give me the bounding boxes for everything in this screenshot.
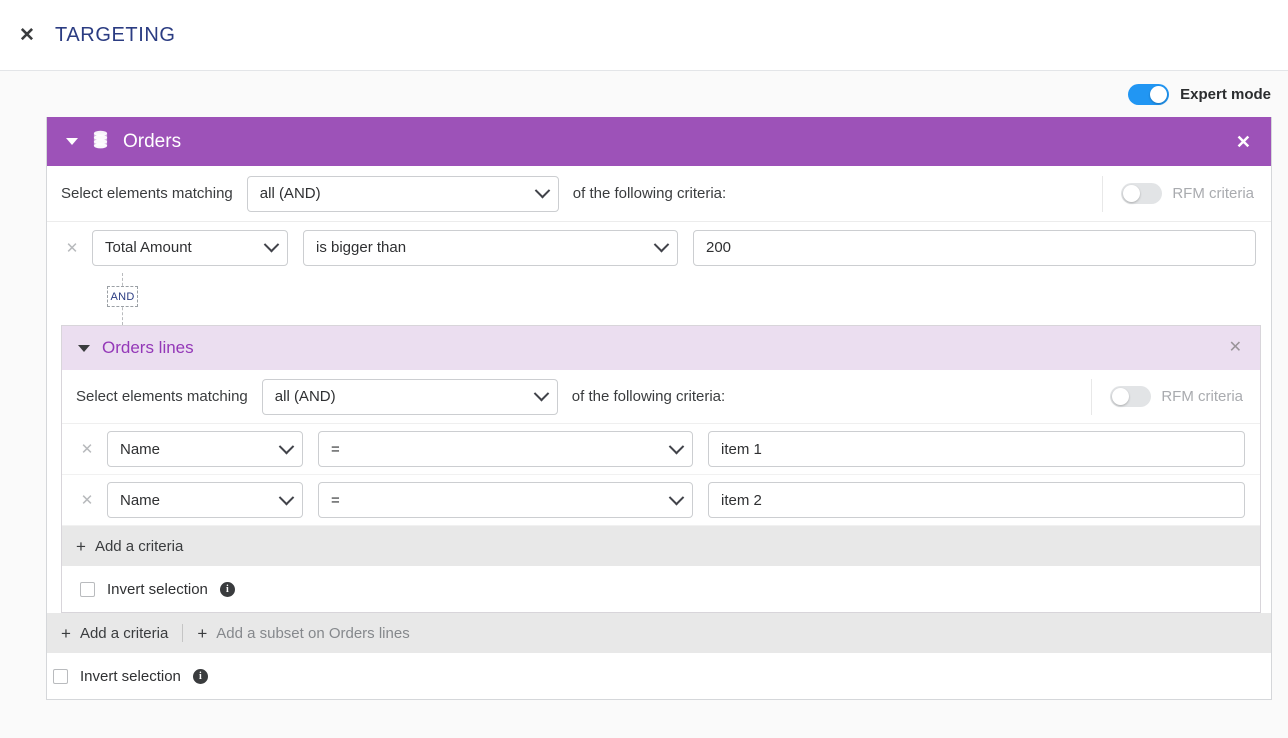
expert-mode-label: Expert mode (1180, 85, 1271, 103)
criteria-field-select[interactable]: Total Amount (92, 229, 288, 266)
criteria-row: ✕ Name = item 1 (62, 424, 1260, 475)
orders-lines-invert-row: Invert selection i (62, 566, 1260, 612)
orders-rfm-label: RFM criteria (1172, 185, 1254, 202)
criteria-field-value: Name (120, 491, 161, 509)
criteria-operator-value: = (331, 440, 340, 458)
invert-selection-label: Invert selection (107, 580, 208, 598)
orders-panel-close-icon[interactable]: ✕ (1230, 129, 1257, 155)
info-icon[interactable]: i (219, 581, 235, 597)
chevron-down-icon (278, 489, 295, 505)
chevron-down-icon (668, 489, 685, 505)
chevron-down-icon (533, 385, 550, 402)
criteria-row: ✕ Name = item 2 (62, 475, 1260, 526)
orders-match-prefix: Select elements matching (61, 185, 233, 202)
orders-lines-rfm-label: RFM criteria (1161, 388, 1243, 405)
remove-criteria-icon[interactable]: ✕ (76, 491, 98, 509)
orders-rfm-group: RFM criteria (1102, 175, 1271, 212)
criteria-value-input[interactable]: item 2 (708, 482, 1245, 518)
criteria-value-text: item 2 (721, 491, 762, 509)
plus-icon: + (76, 536, 86, 556)
remove-criteria-icon[interactable]: ✕ (61, 239, 83, 257)
criteria-field-value: Total Amount (105, 239, 192, 256)
top-header: ✕ TARGETING (0, 0, 1288, 71)
orders-match-suffix: of the following criteria: (572, 185, 727, 202)
orders-add-bar: + Add a criteria + Add a subset on Order… (47, 613, 1271, 653)
orders-lines-subset-panel: Orders lines ✕ Select elements matching … (61, 325, 1261, 613)
criteria-field-select[interactable]: Name (107, 431, 303, 467)
remove-criteria-icon[interactable]: ✕ (76, 440, 98, 458)
criteria-field-value: Name (120, 440, 161, 458)
and-badge[interactable]: AND (107, 286, 138, 307)
expert-mode-row: Expert mode (0, 71, 1288, 117)
invert-selection-label: Invert selection (80, 667, 181, 685)
database-icon (91, 130, 110, 154)
invert-selection-checkbox[interactable] (53, 668, 68, 684)
orders-lines-match-value: all (AND) (274, 388, 336, 405)
chevron-down-icon (278, 438, 295, 454)
criteria-row: ✕ Total Amount is bigger than 200 (47, 222, 1271, 273)
chevron-down-icon (668, 438, 685, 454)
collapse-caret-icon[interactable] (78, 344, 90, 352)
and-connector: AND (47, 273, 1271, 325)
toggle-knob (1123, 185, 1141, 202)
criteria-operator-select[interactable]: is bigger than (303, 229, 678, 266)
toggle-knob (1112, 388, 1130, 405)
orders-lines-match-suffix: of the following criteria: (571, 388, 726, 405)
close-icon[interactable]: ✕ (13, 21, 41, 49)
add-criteria-label: Add a criteria (79, 624, 169, 642)
chevron-down-icon (653, 236, 670, 253)
page-title: TARGETING (55, 23, 176, 46)
orders-panel-title: Orders (123, 130, 182, 152)
chevron-down-icon (263, 236, 280, 253)
orders-lines-match-row: Select elements matching all (AND) of th… (62, 370, 1260, 424)
criteria-operator-select[interactable]: = (318, 482, 693, 518)
add-subset-button[interactable]: + Add a subset on Orders lines (197, 625, 423, 642)
orders-lines-rfm-group: RFM criteria (1091, 378, 1260, 415)
orders-panel-header: Orders ✕ (47, 117, 1271, 166)
orders-lines-subset-close-icon[interactable]: ✕ (1223, 336, 1248, 360)
add-criteria-button[interactable]: + Add a criteria (76, 538, 197, 555)
orders-match-value: all (AND) (259, 185, 321, 202)
orders-invert-row: Invert selection i (47, 653, 1271, 699)
criteria-value-input[interactable]: 200 (693, 229, 1256, 266)
orders-match-select[interactable]: all (AND) (246, 175, 559, 212)
criteria-operator-value: = (331, 491, 340, 509)
divider (182, 624, 184, 642)
criteria-value-input[interactable]: item 1 (708, 431, 1245, 467)
orders-match-row: Select elements matching all (AND) of th… (47, 166, 1271, 222)
expert-mode-toggle[interactable] (1128, 83, 1170, 105)
orders-rfm-toggle[interactable] (1121, 183, 1163, 204)
orders-lines-subset-header: Orders lines ✕ (62, 326, 1260, 370)
orders-lines-match-prefix: Select elements matching (76, 388, 248, 405)
collapse-caret-icon[interactable] (66, 138, 78, 145)
add-criteria-label: Add a criteria (94, 537, 184, 555)
orders-lines-subset-title: Orders lines (102, 338, 194, 357)
criteria-operator-select[interactable]: = (318, 431, 693, 467)
criteria-field-select[interactable]: Name (107, 482, 303, 518)
chevron-down-icon (534, 182, 551, 199)
add-criteria-button[interactable]: + Add a criteria (61, 625, 182, 642)
orders-lines-rfm-toggle[interactable] (1110, 386, 1152, 407)
criteria-value-text: 200 (706, 239, 732, 256)
orders-lines-match-select[interactable]: all (AND) (261, 378, 558, 415)
criteria-operator-value: is bigger than (316, 239, 407, 256)
page-body: Expert mode Orders ✕ Select elements mat… (0, 71, 1288, 738)
plus-icon: + (61, 623, 71, 643)
toggle-knob (1150, 85, 1168, 103)
orders-panel: Orders ✕ Select elements matching all (A… (46, 117, 1272, 700)
info-icon[interactable]: i (192, 668, 208, 684)
orders-lines-add-bar: + Add a criteria (62, 526, 1260, 566)
criteria-value-text: item 1 (721, 440, 762, 458)
plus-icon: + (197, 623, 208, 643)
add-subset-label: Add a subset on Orders lines (216, 624, 410, 642)
invert-selection-checkbox[interactable] (80, 581, 95, 597)
